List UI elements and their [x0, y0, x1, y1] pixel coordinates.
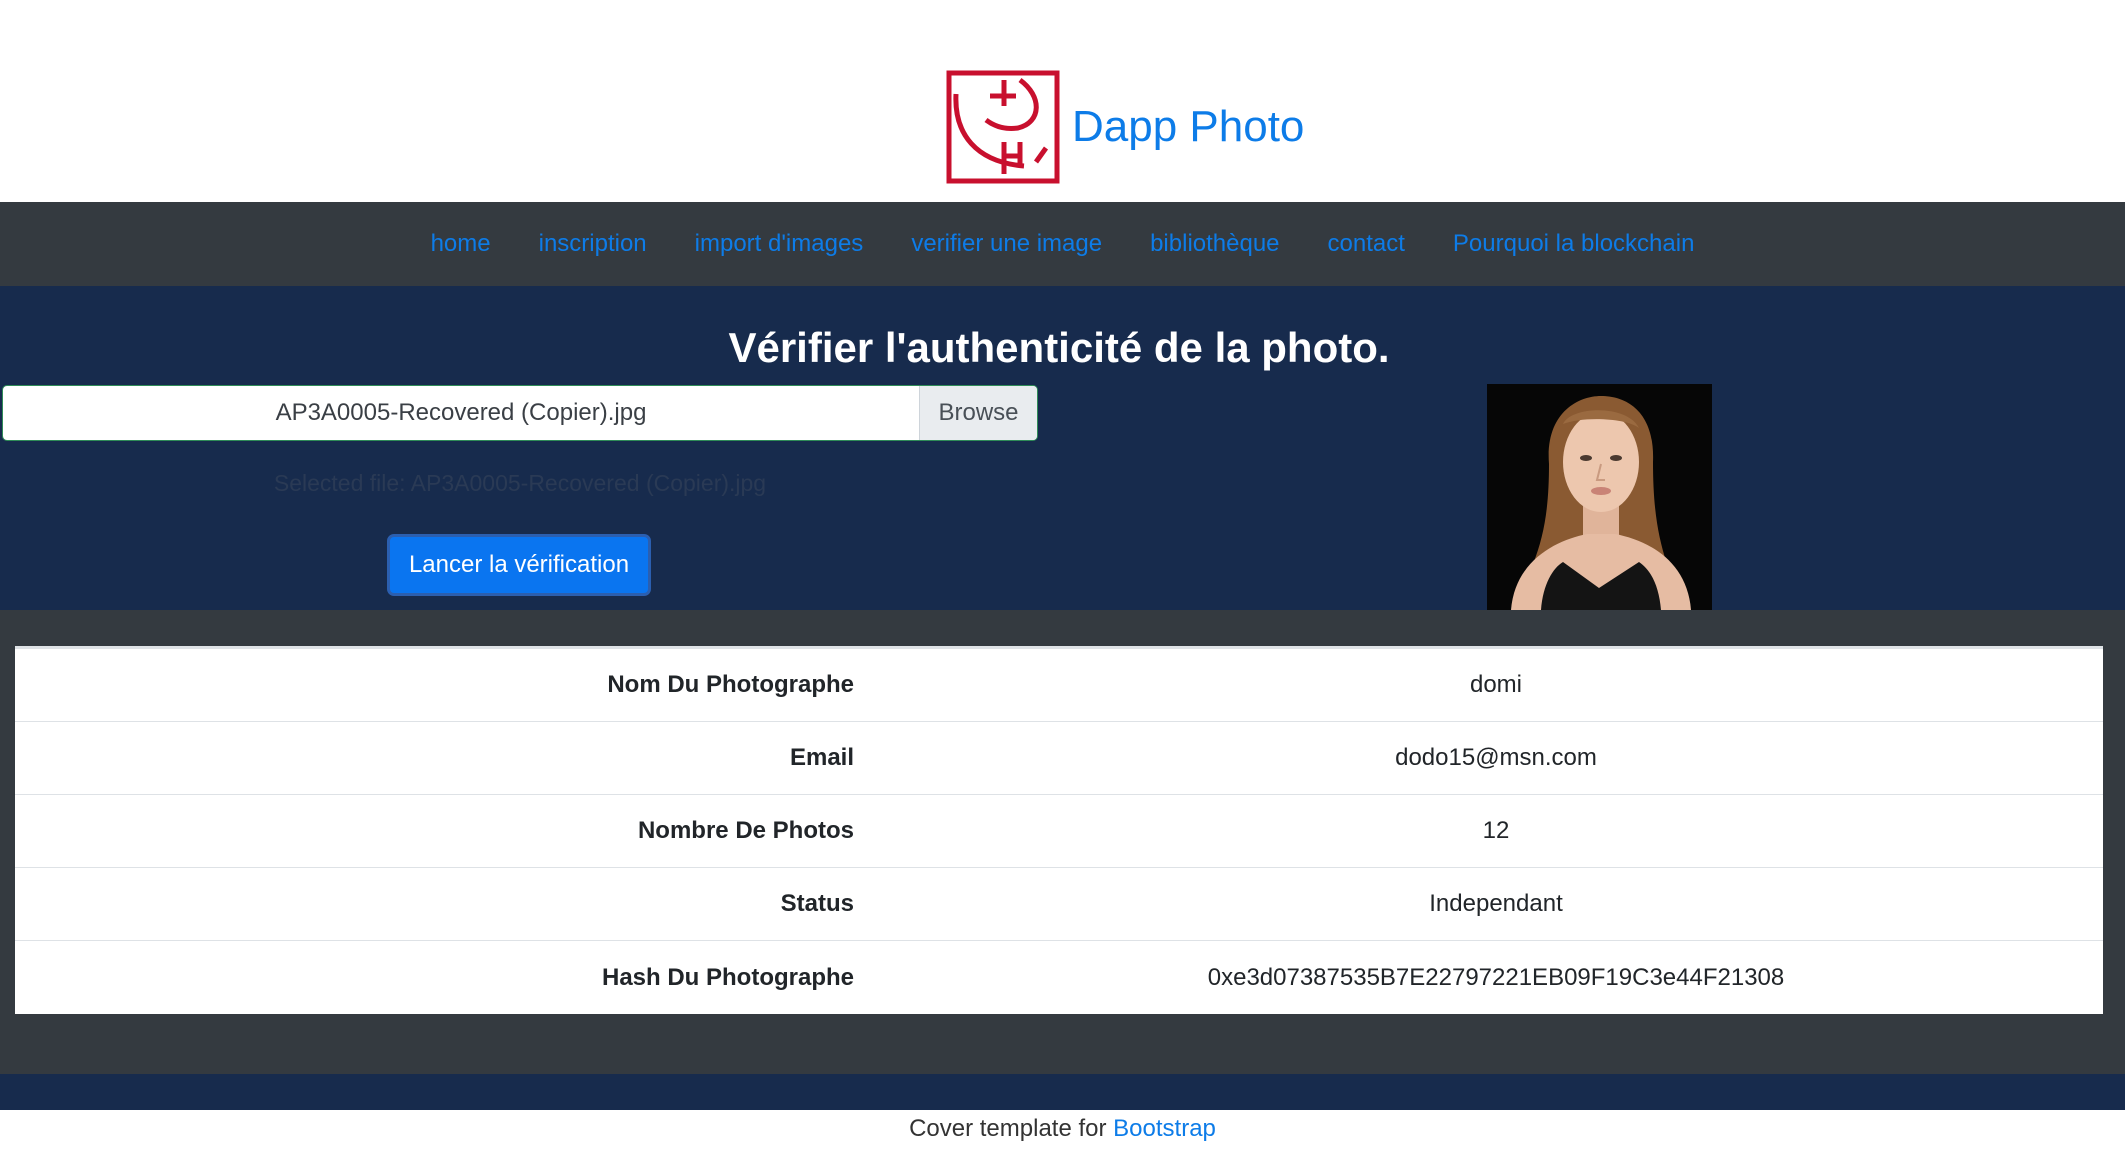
nav-verify-image[interactable]: verifier une image	[911, 230, 1102, 258]
nav-home[interactable]: home	[431, 230, 491, 258]
table-row: Status Independant	[15, 868, 2103, 941]
row-value: 12	[1482, 817, 1510, 844]
file-input[interactable]: AP3A0005-Recovered (Copier).jpg Browse	[2, 385, 1038, 441]
brand[interactable]: Dapp Photo	[946, 70, 1304, 184]
main-nav: home inscription import d'images verifie…	[0, 202, 2125, 286]
row-value: Independant	[1429, 890, 1563, 917]
verify-section: Vérifier l'authenticité de la photo. AP3…	[0, 286, 2125, 610]
row-label: Hash Du Photographe	[601, 963, 854, 991]
nav-why-blockchain[interactable]: Pourquoi la blockchain	[1453, 230, 1695, 258]
photo-preview	[1487, 384, 1712, 610]
row-value: 0xe3d07387535B7E22797221EB09F19C3e44F213…	[1207, 963, 1785, 991]
footer-band	[0, 1074, 2125, 1110]
row-label: Email	[789, 744, 854, 771]
nav-import-images[interactable]: import d'images	[695, 230, 864, 258]
row-label: Status	[780, 890, 854, 917]
photographer-table: Nom Du Photographe domi Email dodo15@msn…	[15, 646, 2103, 1014]
bootstrap-link[interactable]: Bootstrap	[1113, 1115, 1216, 1142]
nav-inscription[interactable]: inscription	[539, 230, 647, 258]
row-value: domi	[1469, 671, 1523, 698]
selected-file-text: Selected file: AP3A0005-Recovered (Copie…	[273, 470, 767, 496]
camera-logo-icon	[946, 70, 1060, 184]
results-section: Nom Du Photographe domi Email dodo15@msn…	[0, 610, 2125, 1074]
row-label: Nombre De Photos	[637, 817, 854, 844]
site-header: Dapp Photo	[0, 0, 2125, 202]
nav-contact[interactable]: contact	[1328, 230, 1405, 258]
row-value: dodo15@msn.com	[1395, 744, 1597, 771]
row-label: Nom Du Photographe	[607, 671, 854, 698]
portrait-image	[1487, 384, 1712, 610]
page-title: Vérifier l'authenticité de la photo.	[728, 324, 1390, 371]
table-row: Nom Du Photographe domi	[15, 649, 2103, 722]
file-name-field[interactable]: AP3A0005-Recovered (Copier).jpg	[3, 386, 919, 440]
browse-button[interactable]: Browse	[919, 386, 1037, 440]
nav-library[interactable]: bibliothèque	[1150, 230, 1279, 258]
table-row: Email dodo15@msn.com	[15, 722, 2103, 795]
brand-name: Dapp Photo	[1072, 102, 1305, 151]
footer-text: Cover template for	[909, 1115, 1114, 1142]
table-row: Nombre De Photos 12	[15, 795, 2103, 868]
start-verification-button[interactable]: Lancer la vérification	[387, 534, 651, 596]
table-row: Hash Du Photographe 0xe3d07387535B7E2279…	[15, 941, 2103, 1014]
footer: Cover template for Bootstrap	[0, 1110, 2125, 1169]
